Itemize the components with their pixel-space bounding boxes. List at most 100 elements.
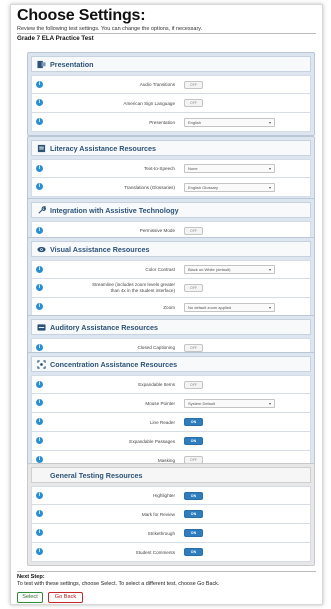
setting-label: Line Reader: [149, 419, 175, 425]
section-header: Integration with Assistive Technology: [31, 202, 311, 218]
dropdown-select[interactable]: English Glossary ▾: [184, 182, 275, 192]
info-icon[interactable]: i: [36, 284, 43, 291]
focus-icon: [37, 359, 46, 369]
toggle-switch[interactable]: OFF: [184, 226, 203, 235]
eye-icon: [37, 245, 46, 254]
book-icon: [37, 144, 46, 153]
presentation-icon: [37, 60, 46, 69]
toggle-switch[interactable]: OFF: [184, 343, 203, 352]
dropdown-value: Black on White (default): [188, 267, 231, 272]
chevron-down-icon: ▾: [268, 267, 271, 272]
section-literacy-assistance-resources: Literacy Assistance Resources i Text-to-Sp…: [27, 136, 315, 201]
setting-row-highlighter: i Highlighter ON: [31, 486, 311, 505]
setting-label: Expandable Items: [138, 382, 175, 387]
info-icon[interactable]: i: [36, 381, 43, 388]
settings-page: Choose Settings: Review the following te…: [10, 4, 323, 605]
info-icon[interactable]: i: [36, 183, 43, 190]
setting-label: Mouse Pointer: [145, 400, 175, 406]
dropdown-select[interactable]: English ▾: [184, 117, 275, 127]
dropdown-select[interactable]: None ▾: [184, 164, 275, 173]
info-icon[interactable]: i: [36, 418, 43, 425]
chevron-down-icon: ▾: [268, 184, 271, 190]
section-title: Presentation: [50, 59, 94, 69]
section-header: Literacy Assistance Resources: [31, 140, 311, 156]
toggle-switch[interactable]: OFF: [184, 284, 203, 292]
chevron-down-icon: ▾: [268, 400, 271, 406]
page-title: Choose Settings:: [17, 7, 146, 24]
section-title: Auditory Assistance Resources: [50, 322, 158, 332]
setting-label: Closed Captioning: [137, 345, 175, 350]
info-icon[interactable]: i: [36, 548, 43, 555]
info-icon[interactable]: i: [36, 118, 43, 125]
dropdown-select[interactable]: System Default ▾: [184, 398, 275, 408]
info-icon[interactable]: i: [36, 437, 43, 444]
dropdown-value: English Glossary: [188, 184, 219, 190]
toggle-switch[interactable]: ON: [184, 437, 203, 445]
info-icon[interactable]: i: [36, 165, 43, 172]
setting-row-expandable-items: i Expandable Items OFF: [31, 375, 311, 394]
info-icon[interactable]: i: [36, 99, 43, 106]
info-icon[interactable]: i: [36, 529, 43, 536]
toggle-switch[interactable]: ON: [184, 491, 203, 500]
section-visual-assistance-resources: Visual Assistance Resources i Color Contra…: [27, 237, 315, 321]
section-title: General Testing Resources: [50, 470, 143, 480]
setting-label: Highlighter: [153, 493, 175, 498]
info-icon[interactable]: i: [36, 227, 43, 234]
section-header: Visual Assistance Resources: [31, 241, 311, 257]
toggle-switch[interactable]: ON: [184, 529, 203, 537]
setting-label: Streamline (includes zoom levels greater…: [92, 282, 175, 293]
setting-row-presentation: i Presentation English ▾: [31, 113, 311, 132]
chevron-down-icon: ▾: [268, 119, 271, 125]
info-icon[interactable]: i: [36, 303, 43, 310]
setting-row-audio-transitions: i Audio Transitions OFF: [31, 75, 311, 94]
info-icon[interactable]: i: [36, 81, 43, 88]
info-icon[interactable]: i: [36, 344, 43, 351]
setting-row-american-sign-language: i American Sign Language OFF: [31, 94, 311, 113]
toggle-switch[interactable]: ON: [184, 510, 203, 518]
toggle-switch[interactable]: OFF: [184, 380, 203, 389]
setting-label: American Sign Language: [123, 100, 175, 106]
setting-row-text-to-speech: i Text-to-Speech None ▾: [31, 159, 311, 178]
info-icon[interactable]: i: [36, 492, 43, 499]
info-icon[interactable]: i: [36, 456, 43, 463]
dropdown-select[interactable]: Black on White (default) ▾: [184, 265, 275, 274]
setting-label: Text-to-Speech: [144, 166, 175, 171]
info-icon[interactable]: i: [36, 266, 43, 273]
section-header: Auditory Assistance Resources: [31, 319, 311, 335]
section-header: Presentation: [31, 56, 311, 72]
go-back-button[interactable]: Go Back: [48, 592, 83, 603]
wrench-icon: [37, 205, 46, 215]
setting-label: Mark for Review: [141, 511, 175, 517]
next-step-title: Next Step:: [17, 574, 45, 580]
setting-row-expandable-passages: i Expandable Passages ON: [31, 432, 311, 451]
toggle-switch[interactable]: OFF: [184, 99, 203, 107]
section-general-testing-resources: General Testing Resources i Highlighter ON i…: [27, 463, 315, 566]
setting-label: Translations (Glossaries): [124, 184, 175, 190]
setting-label: Expandable Passages: [129, 438, 175, 444]
setting-row-mark-for-review: i Mark for Review ON: [31, 505, 311, 524]
section-header: General Testing Resources: [31, 467, 311, 483]
chevron-down-icon: ▾: [268, 304, 271, 310]
setting-row-translations-glossaries: i Translations (Glossaries) English Glossa…: [31, 178, 311, 197]
setting-label: Color Contrast: [145, 267, 175, 272]
info-icon[interactable]: i: [36, 510, 43, 517]
setting-label: Presentation: [149, 119, 175, 125]
dropdown-value: System Default: [188, 400, 216, 406]
dropdown-value: No default zoom applied: [188, 304, 232, 310]
section-title: Integration with Assistive Technology: [50, 205, 179, 215]
toggle-switch[interactable]: ON: [184, 548, 203, 556]
section-title: Visual Assistance Resources: [50, 244, 150, 254]
blank-icon: [37, 471, 46, 480]
info-icon[interactable]: i: [36, 399, 43, 406]
toggle-switch[interactable]: ON: [184, 418, 203, 426]
section-header: Concentration Assistance Resources: [31, 356, 311, 372]
dropdown-select[interactable]: No default zoom applied ▾: [184, 302, 275, 312]
toggle-switch[interactable]: OFF: [184, 80, 203, 89]
setting-label: Permissive Mode: [139, 228, 175, 233]
setting-label: Strikethrough: [147, 530, 175, 536]
setting-row-line-reader: i Line Reader ON: [31, 413, 311, 432]
setting-row-strikethrough: i Strikethrough ON: [31, 524, 311, 543]
select-button[interactable]: Select: [17, 592, 43, 603]
title-divider: [17, 33, 316, 34]
section-concentration-assistance-resources: Concentration Assistance Resources i Expan…: [27, 352, 315, 474]
